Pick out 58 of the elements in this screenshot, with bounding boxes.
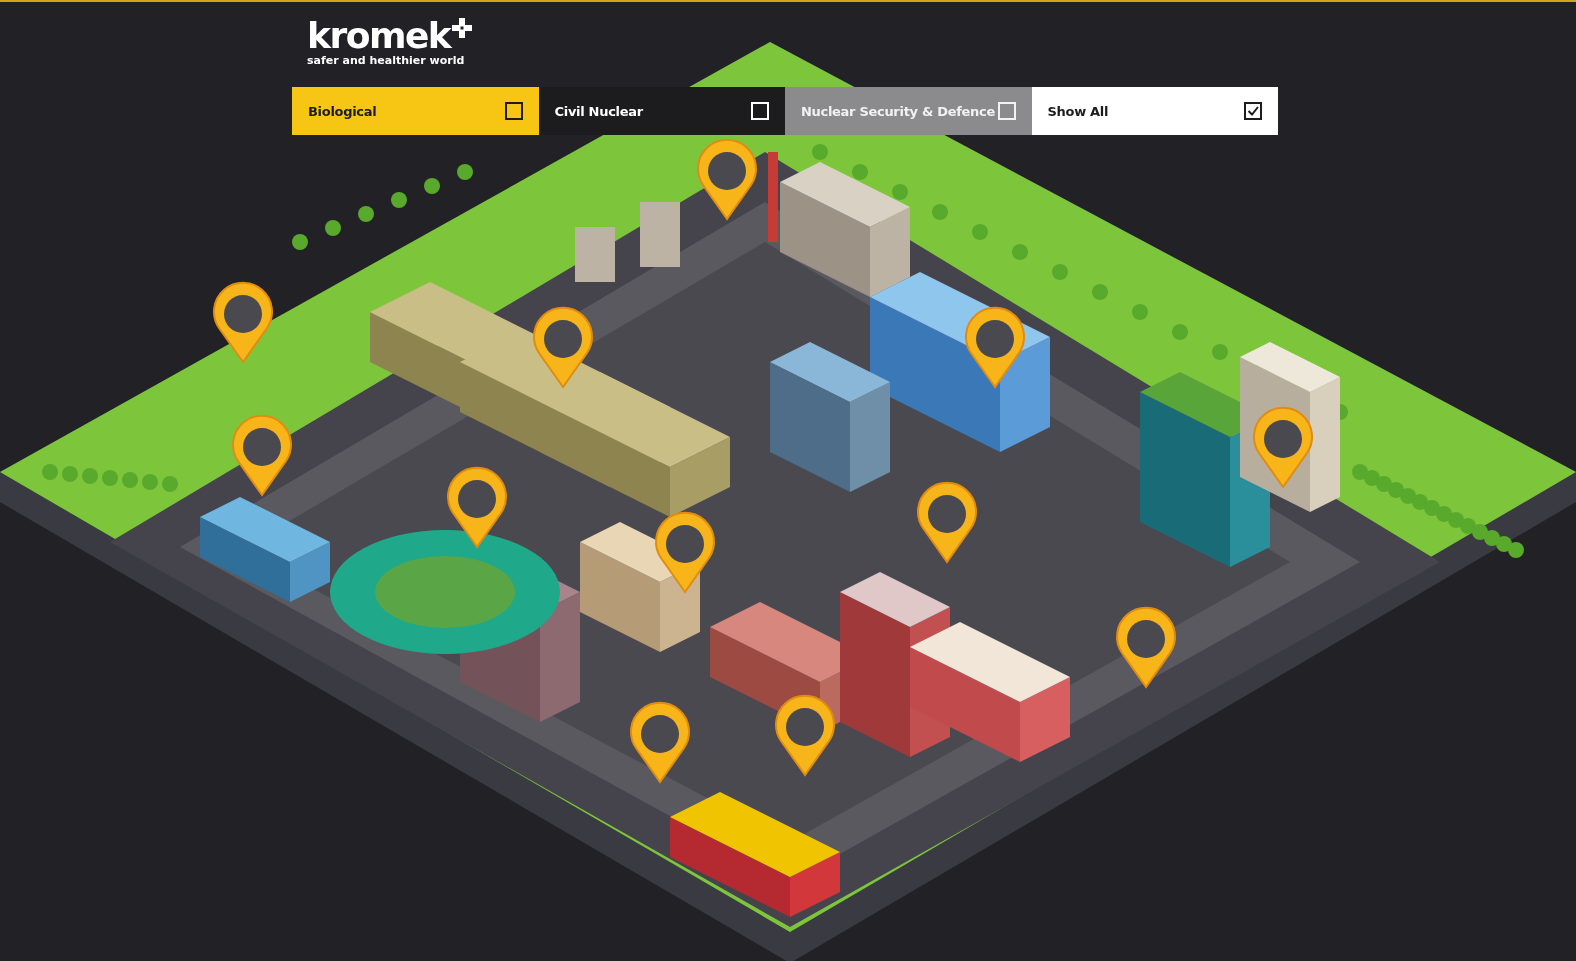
tree-icon	[457, 164, 473, 180]
tree-icon	[1132, 304, 1148, 320]
tree-icon	[932, 204, 948, 220]
tree-icon	[1508, 542, 1524, 558]
tree-icon	[972, 224, 988, 240]
cross-icon	[452, 18, 473, 38]
tree-icon	[1424, 500, 1440, 516]
tree-icon	[1496, 536, 1512, 552]
tree-icon	[62, 466, 78, 482]
tree-icon	[1472, 524, 1488, 540]
tree-icon	[1436, 506, 1452, 522]
tree-icon	[892, 184, 908, 200]
map-pin-icon[interactable]	[775, 694, 835, 776]
tree-icon	[358, 206, 374, 222]
tree-icon	[142, 474, 158, 490]
tree-icon	[424, 178, 440, 194]
tree-icon	[852, 164, 868, 180]
tree-icon	[1376, 476, 1392, 492]
tree-icon	[1364, 470, 1380, 486]
map-pin-icon[interactable]	[917, 481, 977, 563]
logo-wordmark[interactable]: kromek	[307, 16, 451, 56]
filter-tab[interactable]: Show All	[1031, 87, 1278, 135]
tree-icon	[1484, 530, 1500, 546]
map-pin-icon[interactable]	[447, 466, 507, 548]
tree-icon	[42, 464, 58, 480]
tree-icon	[82, 468, 98, 484]
map-pin-icon[interactable]	[630, 701, 690, 783]
tree-icon	[1352, 464, 1368, 480]
tree-icon	[1412, 494, 1428, 510]
tree-icon	[122, 472, 138, 488]
tree-icon	[325, 220, 341, 236]
map-pin-icon[interactable]	[1116, 606, 1176, 688]
map-pin-icon[interactable]	[533, 306, 593, 388]
map-pin-icon[interactable]	[965, 306, 1025, 388]
filter-tab[interactable]: Biological	[292, 87, 539, 135]
tree-icon	[1400, 488, 1416, 504]
tree-icon	[1172, 324, 1188, 340]
filter-tab[interactable]: Civil Nuclear	[538, 87, 785, 135]
map-pin-icon[interactable]	[232, 414, 292, 496]
checkbox[interactable]	[504, 102, 523, 120]
tree-icon	[812, 144, 828, 160]
tree-icon	[1448, 512, 1464, 528]
tree-icon	[1052, 264, 1068, 280]
map-pin-icon[interactable]	[1253, 406, 1313, 488]
tree-icon	[162, 476, 178, 492]
tree-icon	[292, 234, 308, 250]
tree-icon	[1092, 284, 1108, 300]
tree-icon	[1212, 344, 1228, 360]
tree-icon	[1388, 482, 1404, 498]
tree-icon	[391, 192, 407, 208]
checkbox[interactable]	[1244, 102, 1262, 120]
map-pin-icon[interactable]	[697, 138, 757, 220]
tree-icon	[1012, 244, 1028, 260]
tree-icon	[102, 470, 118, 486]
tree-icon	[1460, 518, 1476, 534]
map-pin-icon[interactable]	[655, 511, 715, 593]
map-pin-icon[interactable]	[213, 281, 273, 363]
logo-tagline: safer and healthier world	[307, 54, 465, 67]
